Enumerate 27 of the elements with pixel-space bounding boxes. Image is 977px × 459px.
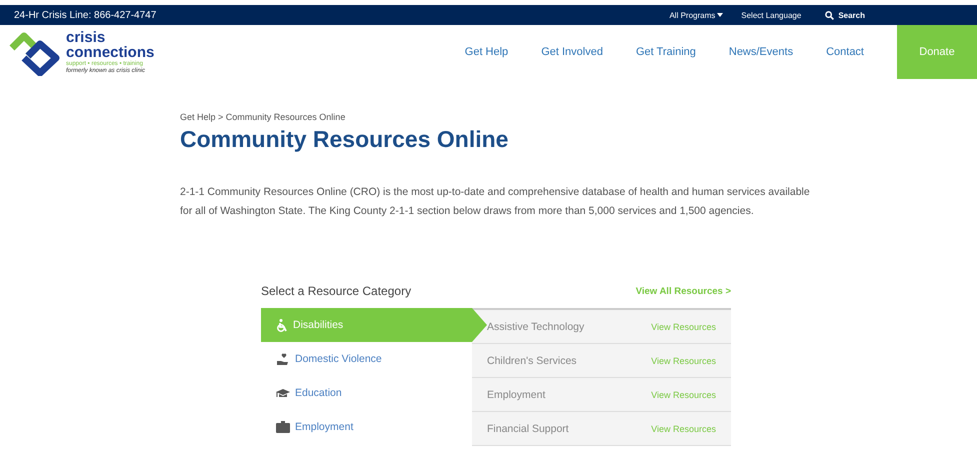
search-icon — [825, 10, 834, 20]
top-link[interactable]: Select Language — [741, 10, 802, 20]
page-title: Community Resources Online — [180, 126, 510, 153]
crisis-line-text: 24-Hr Crisis Line: 866-427-4747 — [14, 10, 156, 20]
top-link[interactable]: All Programs — [669, 10, 724, 20]
breadcrumb: Get Help > Community Resources Online — [180, 112, 346, 122]
briefcase-icon — [276, 421, 290, 433]
section-heading: Select a Resource Category — [261, 284, 412, 298]
subcategory-label: Employment — [487, 388, 546, 400]
wheelchair-icon — [276, 318, 288, 332]
logo-text: crisis — [66, 30, 106, 45]
category-item[interactable]: Domestic Violence — [261, 342, 472, 376]
hand-heart-icon — [276, 352, 290, 366]
nav-link[interactable]: News/Events — [728, 46, 794, 58]
subcategory-label: Children's Services — [487, 354, 577, 366]
nav-link[interactable]: Get Involved — [541, 46, 603, 58]
search-link[interactable]: Search — [825, 10, 865, 20]
graduation-cap-icon — [276, 388, 290, 398]
subcategory-label: Financial Support — [487, 422, 569, 434]
nav-link[interactable]: Get Help — [464, 46, 508, 58]
intro-paragraph: 2-1-1 Community Resources Online (CRO) is the most up-to-date and comprehensive database of health and human services available for all of Washington State. The King County 2-1-1 section below draws from more than 5,000 services and 1,500 agencies. — [180, 185, 811, 219]
nav-link[interactable]: Contact — [826, 46, 864, 58]
subcategory-label: Assistive Technology — [487, 320, 584, 332]
logo-text: connections — [66, 45, 154, 60]
category-item[interactable]: Employment — [261, 410, 472, 444]
nav-link[interactable]: Get Training — [636, 46, 696, 58]
category-item[interactable]: Education — [261, 376, 472, 410]
